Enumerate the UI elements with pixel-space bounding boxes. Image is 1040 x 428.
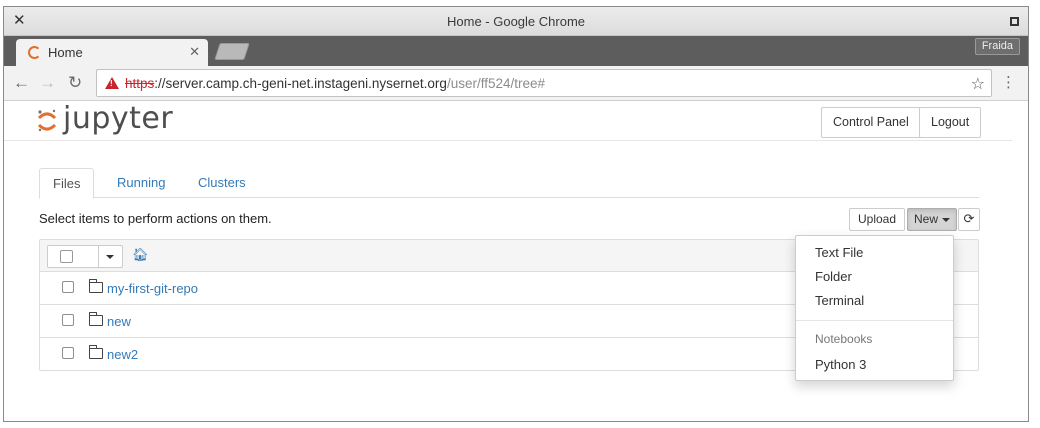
select-all-group[interactable] <box>47 245 123 268</box>
url-host: ://server.camp.ch-geni-net.instageni.nys… <box>154 76 447 91</box>
browser-tab-home[interactable]: Home ✕ <box>16 39 208 66</box>
caret-down-icon <box>942 217 951 222</box>
row-checkbox[interactable] <box>62 347 74 359</box>
star-icon[interactable]: ☆ <box>971 74 985 94</box>
url-text[interactable]: https://server.camp.ch-geni-net.instagen… <box>125 76 545 91</box>
menu-header-notebooks: Notebooks <box>815 332 873 346</box>
new-button-label: New <box>914 212 939 226</box>
maximize-icon[interactable] <box>1010 17 1019 26</box>
reload-icon[interactable]: ↻ <box>68 73 82 93</box>
select-all-checkbox[interactable] <box>60 250 73 263</box>
logo-text: jupyter <box>63 101 174 136</box>
jupyter-favicon-icon <box>28 46 41 59</box>
folder-icon <box>89 345 103 359</box>
header-divider <box>4 140 1012 141</box>
menu-item-folder[interactable]: Folder <box>815 269 852 284</box>
control-panel-button[interactable]: Control Panel <box>821 107 921 138</box>
profile-button[interactable]: Fraida <box>974 38 1020 55</box>
jupyter-logo-icon <box>37 109 57 132</box>
menu-item-terminal[interactable]: Terminal <box>815 293 864 308</box>
select-divider <box>98 246 99 267</box>
logout-button[interactable]: Logout <box>919 107 982 138</box>
forward-icon[interactable]: → <box>39 73 56 93</box>
title-bar: ✕ Home - Google Chrome <box>4 7 1028 36</box>
tab-running[interactable]: Running <box>104 168 178 199</box>
menu-item-text-file[interactable]: Text File <box>815 245 863 260</box>
browser-toolbar: ← → ↻ ! https://server.camp.ch-geni-net.… <box>4 66 1028 101</box>
file-name-link[interactable]: my-first-git-repo <box>107 281 198 296</box>
upload-button[interactable]: Upload <box>849 208 906 231</box>
file-name-link[interactable]: new2 <box>107 347 138 362</box>
home-icon[interactable]: 🏠︎ <box>132 248 149 262</box>
window-title: Home - Google Chrome <box>447 14 585 29</box>
tab-strip: Home ✕ Fraida <box>4 36 1028 66</box>
browser-window: ✕ Home - Google Chrome Home ✕ Fraida ← →… <box>3 6 1029 422</box>
row-checkbox[interactable] <box>62 281 74 293</box>
back-icon[interactable]: ← <box>13 73 30 93</box>
warning-icon[interactable]: ! <box>105 77 119 89</box>
folder-icon <box>89 279 103 293</box>
url-scheme: https <box>125 76 155 91</box>
folder-icon <box>89 312 103 326</box>
url-path: /user/ff524/tree# <box>446 76 546 91</box>
new-dropdown-button[interactable]: New <box>907 208 958 231</box>
select-caret-icon[interactable] <box>106 255 114 259</box>
address-bar[interactable]: ! https://server.camp.ch-geni-net.instag… <box>96 69 992 97</box>
menu-icon[interactable]: ⋮ <box>1001 74 1016 92</box>
tab-files[interactable]: Files <box>39 168 95 199</box>
menu-item-python3[interactable]: Python 3 <box>815 357 866 372</box>
menu-divider <box>796 320 953 321</box>
new-tab-button[interactable] <box>214 43 250 60</box>
instructions-text: Select items to perform actions on them. <box>39 211 272 226</box>
dashboard-tabs: Files Running Clusters <box>39 162 979 199</box>
row-checkbox[interactable] <box>62 314 74 326</box>
tab-clusters[interactable]: Clusters <box>185 168 259 199</box>
browser-tab-label: Home <box>48 45 83 60</box>
new-dropdown-menu: Text File Folder Terminal Notebooks Pyth… <box>795 235 954 381</box>
tab-close-icon[interactable]: ✕ <box>189 44 200 60</box>
file-name-link[interactable]: new <box>107 314 131 329</box>
jupyter-page: jupyter Control Panel Logout Files Runni… <box>4 101 1028 421</box>
refresh-icon[interactable]: ⟳ <box>958 208 980 231</box>
